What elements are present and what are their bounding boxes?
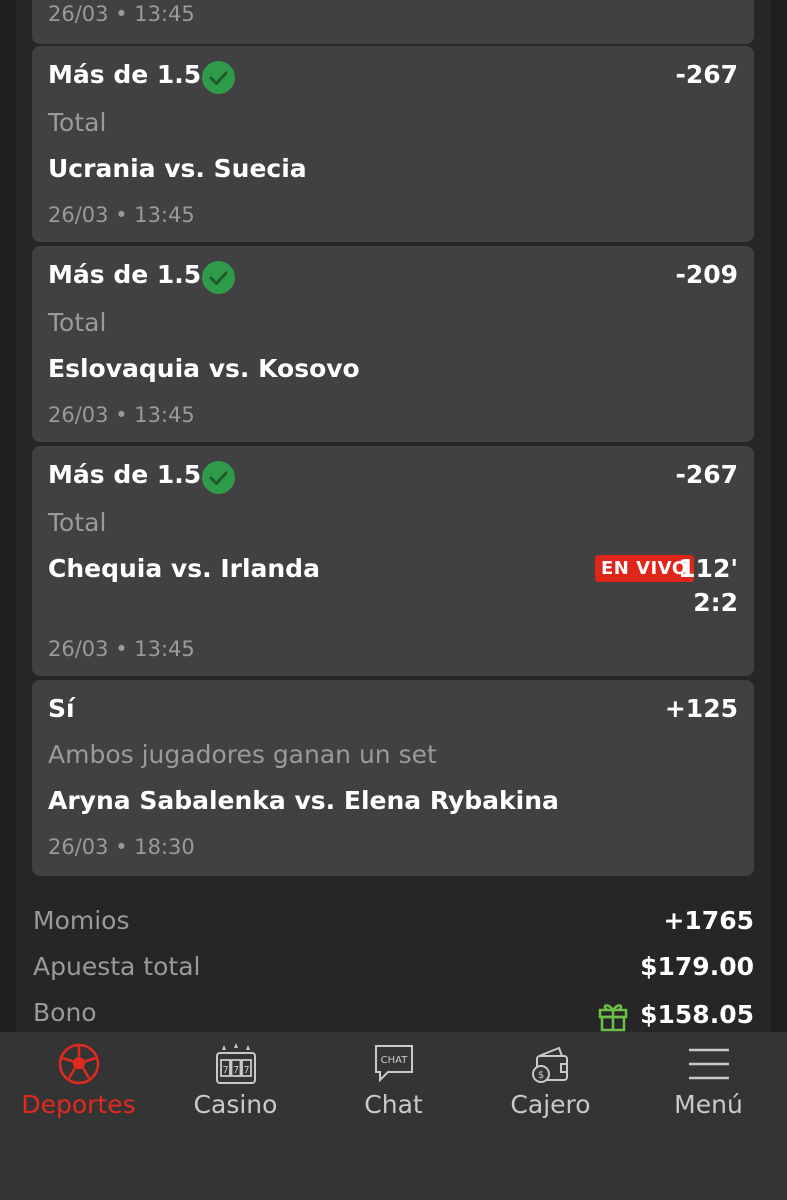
odds-total-label: Momios (33, 906, 130, 935)
bonus-value: $158.05 (640, 1000, 754, 1029)
live-minute: 112' (678, 554, 738, 583)
bet-card: Más de 1.5 -209 Total Eslovaquia vs. Kos… (32, 246, 754, 442)
bet-date: 26/03 • 13:45 (48, 203, 195, 227)
bet-date: 26/03 • 13:45 (48, 637, 195, 661)
bet-market: Total (48, 108, 107, 137)
bottom-nav: Deportes 7 7 7 Casino CHAT Chat $ Cajero… (0, 1032, 787, 1200)
bet-card-partial: 26/03 • 13:45 (32, 0, 754, 44)
bet-date: 26/03 • 18:30 (48, 835, 195, 859)
bet-selection: Más de 1.5 (48, 460, 202, 489)
bet-card: Más de 1.5 -267 Total Ucrania vs. Suecia… (32, 46, 754, 242)
bet-odds: -267 (675, 460, 738, 489)
soccer-ball-icon (57, 1042, 101, 1090)
bet-odds: -209 (675, 260, 738, 289)
bet-date: 26/03 • 13:45 (48, 2, 195, 26)
svg-text:7: 7 (222, 1065, 228, 1076)
nav-casino[interactable]: 7 7 7 Casino (157, 1032, 314, 1162)
bet-selection: Sí (48, 694, 75, 723)
bet-match: Ucrania vs. Suecia (48, 154, 307, 183)
bet-match: Aryna Sabalenka vs. Elena Rybakina (48, 786, 559, 815)
hamburger-menu-icon (687, 1042, 731, 1090)
chat-bubble-icon: CHAT (372, 1042, 416, 1090)
stake-total-label: Apuesta total (33, 952, 201, 981)
bet-market: Ambos jugadores ganan un set (48, 740, 437, 769)
nav-label: Casino (193, 1090, 278, 1119)
stake-total-value: $179.00 (640, 952, 754, 981)
bet-odds: -267 (675, 60, 738, 89)
odds-total-value: +1765 (663, 906, 754, 935)
svg-text:7: 7 (232, 1065, 238, 1076)
bet-market: Total (48, 508, 107, 537)
nav-cajero[interactable]: $ Cajero (472, 1032, 629, 1162)
live-score: 2:2 (693, 588, 738, 617)
nav-menu[interactable]: Menú (630, 1032, 787, 1162)
bet-match: Chequia vs. Irlanda (48, 554, 320, 583)
nav-label: Chat (364, 1090, 423, 1119)
bet-match: Eslovaquia vs. Kosovo (48, 354, 360, 383)
slot-machine-icon: 7 7 7 (214, 1042, 258, 1090)
svg-text:7: 7 (243, 1065, 249, 1076)
won-check-icon (202, 261, 235, 294)
nav-deportes[interactable]: Deportes (0, 1032, 157, 1162)
gift-icon (597, 1000, 629, 1036)
svg-text:$: $ (537, 1070, 543, 1081)
svg-text:CHAT: CHAT (380, 1055, 408, 1066)
won-check-icon (202, 461, 235, 494)
won-check-icon (202, 61, 235, 94)
nav-label: Deportes (21, 1090, 136, 1119)
nav-chat[interactable]: CHAT Chat (315, 1032, 472, 1162)
nav-label: Cajero (510, 1090, 591, 1119)
bet-card: Sí +125 Ambos jugadores ganan un set Ary… (32, 680, 754, 876)
bonus-label: Bono (33, 998, 97, 1027)
bet-market: Total (48, 308, 107, 337)
bet-selection: Más de 1.5 (48, 260, 202, 289)
bet-card: Más de 1.5 -267 Total Chequia vs. Irland… (32, 446, 754, 676)
nav-label: Menú (674, 1090, 743, 1119)
bet-odds: +125 (664, 694, 738, 723)
wallet-icon: $ (529, 1042, 573, 1090)
bet-date: 26/03 • 13:45 (48, 403, 195, 427)
bet-selection: Más de 1.5 (48, 60, 202, 89)
